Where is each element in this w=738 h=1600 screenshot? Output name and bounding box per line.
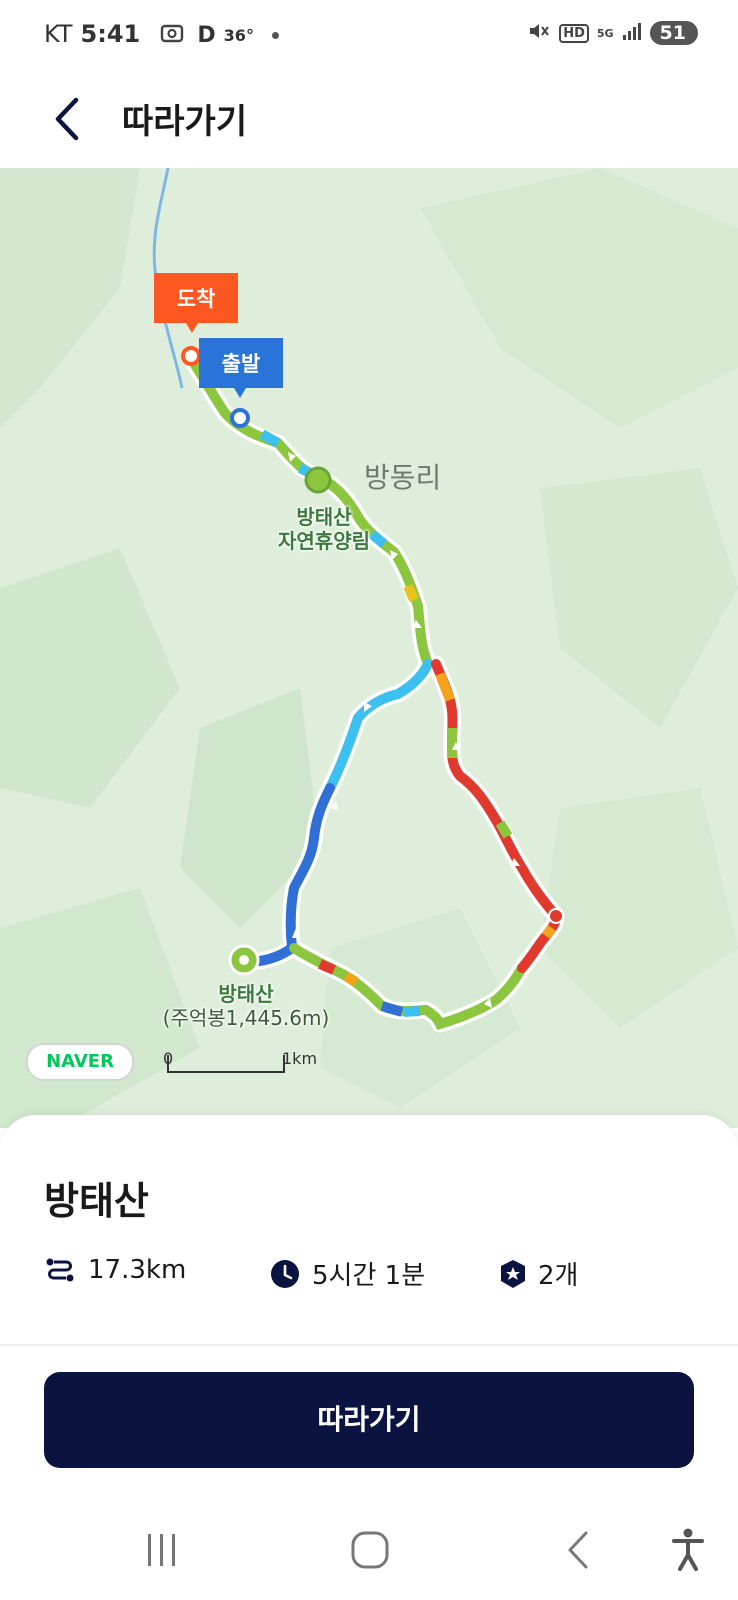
temperature: 36° [223, 25, 254, 45]
star-badge-icon [501, 1259, 525, 1288]
route-icon [46, 1258, 74, 1282]
status-right: HD 5G 51 [527, 20, 698, 46]
page-title: 따라가기 [122, 102, 248, 142]
back-button[interactable] [46, 94, 90, 144]
forest-label-line2: 자연휴양림 [278, 529, 370, 553]
distance-value: 17.3km [88, 1255, 187, 1285]
hd-badge: HD [559, 23, 589, 43]
d-indicator: D [197, 22, 216, 48]
duration-stat: 5시간 1분 [270, 1255, 425, 1292]
chevron-left-icon [55, 97, 79, 141]
scale-km-label: 1km [282, 1049, 318, 1068]
peak-label-name: 방태산 [218, 982, 274, 1006]
peak-label-detail: (주억봉1,445.6m) [162, 1006, 330, 1030]
screenshot-icon [154, 24, 189, 48]
count-stat: 2개 [500, 1255, 578, 1292]
notification-dot-icon [271, 31, 279, 39]
carrier-label: KT [44, 20, 73, 48]
clock: 5:41 [80, 20, 141, 48]
recent-apps-icon [148, 1534, 175, 1566]
system-nav-bar [0, 1500, 738, 1600]
map-view[interactable]: 도착 출발 방동리 방태산 자연휴양림 방태산 (주억봉1,445.6m) [0, 168, 738, 1128]
forest-label: 방태산 자연휴양림 [264, 505, 384, 553]
battery-indicator: 51 [649, 21, 698, 45]
follow-button[interactable]: 따라가기 [44, 1372, 694, 1468]
start-label: 출발 [221, 352, 261, 376]
mute-icon [527, 20, 551, 46]
distance-stat: 17.3km [44, 1255, 186, 1285]
system-back-button[interactable] [548, 1525, 608, 1575]
accessibility-button[interactable] [668, 1525, 728, 1575]
status-left: KT 5:41 D 36° [44, 20, 279, 48]
naver-logo: NAVER [26, 1043, 134, 1081]
network-type: 5G [596, 26, 614, 40]
app-header: 따라가기 [0, 72, 738, 167]
count-value: 2개 [538, 1261, 579, 1291]
signal-icon [622, 21, 642, 45]
peak-label: 방태산 (주억봉1,445.6m) [156, 982, 336, 1030]
map-canvas [0, 168, 738, 1128]
accessibility-icon [672, 1528, 704, 1571]
status-bar: KT 5:41 D 36° HD 5G 51 [0, 0, 738, 72]
recent-apps-button[interactable] [132, 1525, 192, 1575]
home-icon [351, 1531, 389, 1569]
duration-value: 5시간 1분 [312, 1261, 426, 1291]
forest-marker-icon [304, 466, 332, 494]
course-name: 방태산 [44, 1179, 149, 1223]
back-icon [568, 1531, 588, 1569]
scale-zero-label: 0 [163, 1049, 174, 1068]
home-button[interactable] [340, 1525, 400, 1575]
forest-label-line1: 방태산 [296, 505, 352, 529]
map-scale-bar [167, 1055, 285, 1073]
section-divider [0, 1344, 738, 1346]
village-label: 방동리 [364, 461, 442, 494]
clock-icon [271, 1259, 299, 1288]
arrival-label: 도착 [176, 287, 216, 311]
